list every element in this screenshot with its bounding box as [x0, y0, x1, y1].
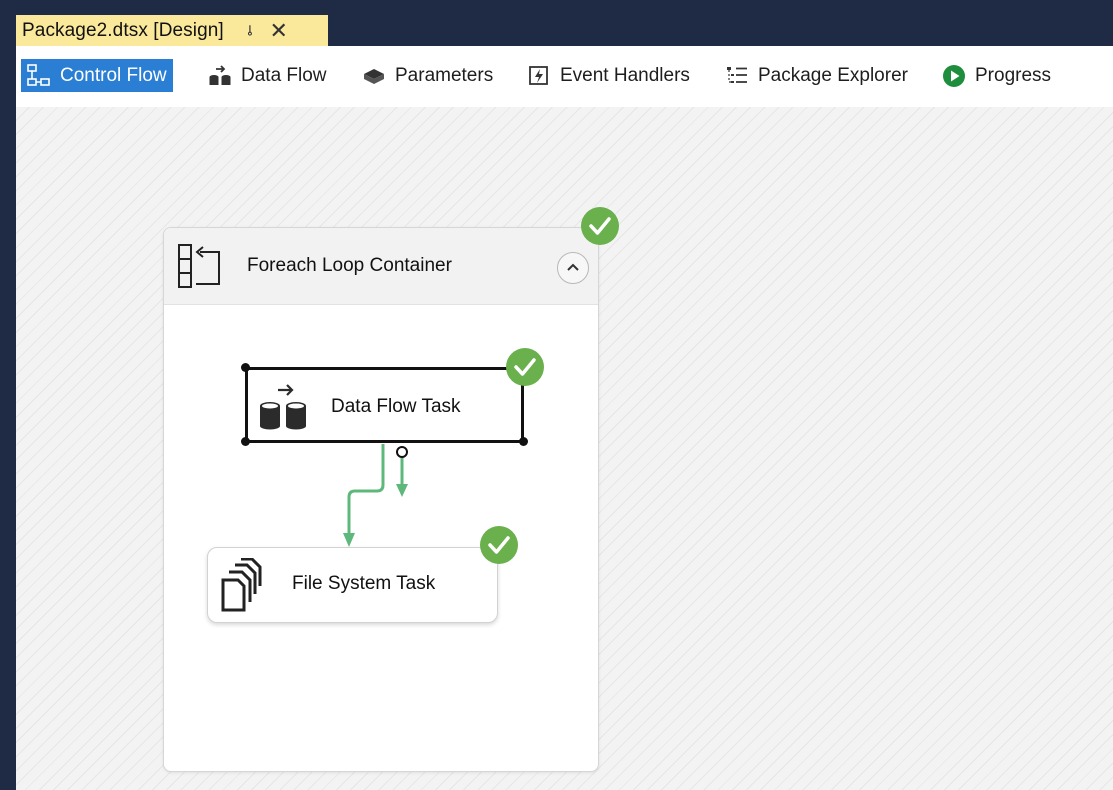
- task-title: File System Task: [292, 573, 436, 594]
- window-frame-left: [0, 46, 16, 790]
- pin-icon[interactable]: ⊸: [241, 25, 258, 37]
- tab-label: Data Flow: [241, 64, 327, 86]
- tab-label: Progress: [975, 64, 1052, 86]
- tab-package-explorer[interactable]: Package Explorer: [719, 59, 914, 92]
- success-check-icon: [480, 526, 518, 564]
- tab-label: Package Explorer: [758, 64, 908, 86]
- data-flow-icon: [209, 64, 231, 85]
- parameters-icon: [364, 68, 384, 84]
- package-explorer-icon: [727, 66, 747, 83]
- data-flow-task[interactable]: Data Flow Task: [245, 367, 524, 443]
- resize-handle[interactable]: [241, 437, 250, 446]
- tab-event-handlers[interactable]: Event Handlers: [521, 59, 696, 92]
- precedence-constraint[interactable]: [16, 107, 1113, 790]
- close-icon[interactable]: ✕: [270, 19, 288, 42]
- design-canvas[interactable]: Foreach Loop Container Data Flow Task Fi…: [16, 107, 1113, 790]
- task-title: Data Flow Task: [331, 396, 461, 417]
- tab-parameters[interactable]: Parameters: [356, 59, 499, 92]
- resize-handle[interactable]: [519, 437, 528, 446]
- document-tab-title: Package2.dtsx [Design]: [22, 19, 224, 41]
- progress-icon: [943, 64, 965, 87]
- tab-label: Control Flow: [60, 64, 167, 86]
- data-flow-task-icon: [260, 384, 306, 430]
- resize-handle[interactable]: [241, 363, 250, 372]
- success-check-icon: [506, 348, 544, 386]
- event-handlers-icon: [529, 65, 548, 85]
- designer-tab-strip: Control Flow Data Flow Parameters Event …: [16, 46, 1113, 107]
- tab-label: Parameters: [395, 64, 494, 86]
- tab-control-flow[interactable]: Control Flow: [21, 59, 173, 92]
- tab-label: Event Handlers: [560, 64, 690, 86]
- tab-progress[interactable]: Progress: [936, 59, 1057, 92]
- tab-data-flow[interactable]: Data Flow: [202, 59, 333, 92]
- document-tab[interactable]: Package2.dtsx [Design] ⊸ ✕: [16, 15, 328, 46]
- control-flow-icon: [27, 63, 50, 86]
- file-system-task[interactable]: File System Task: [207, 547, 498, 623]
- file-system-task-icon: [221, 558, 262, 612]
